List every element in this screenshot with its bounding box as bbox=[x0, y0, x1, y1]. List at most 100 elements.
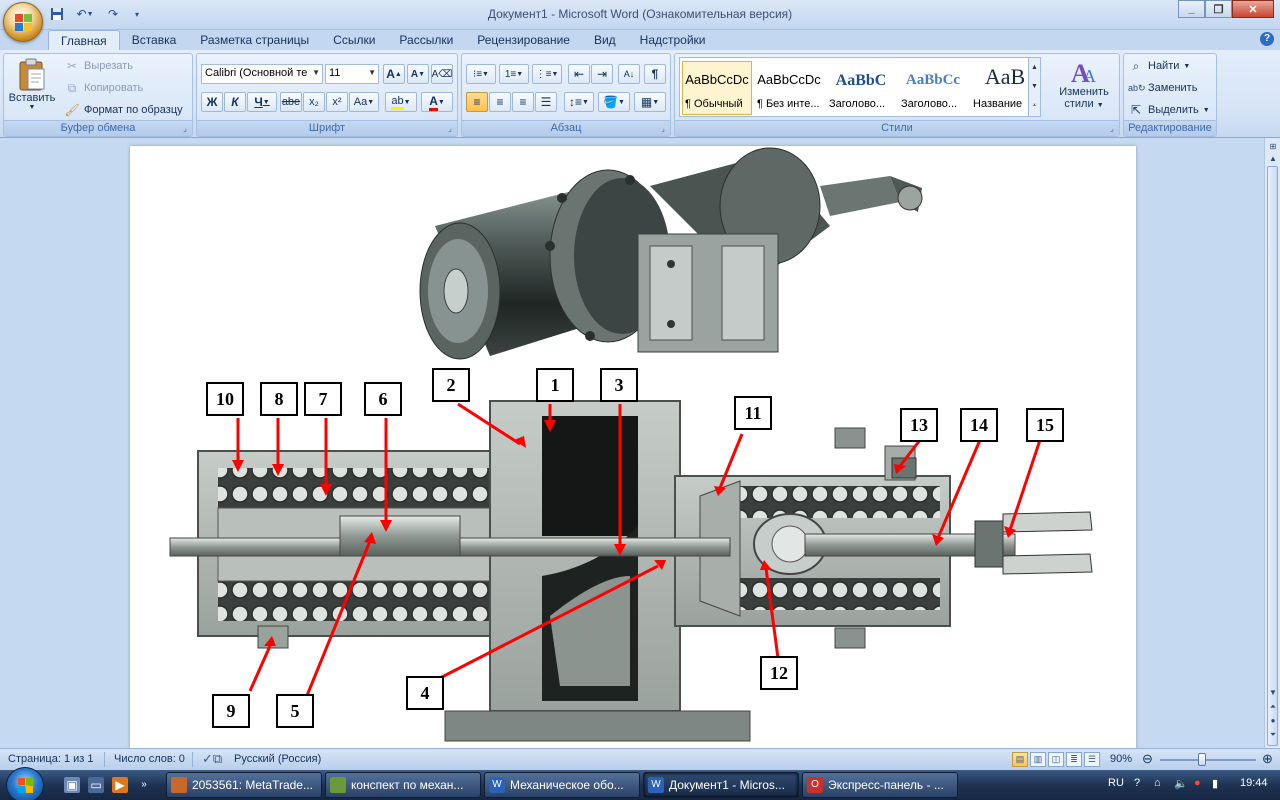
tab-view[interactable]: Вид bbox=[582, 30, 628, 50]
volume-icon[interactable]: 🔈 bbox=[1174, 777, 1188, 790]
browse-object-icon[interactable]: ● bbox=[1266, 714, 1280, 728]
zoom-in-icon[interactable]: ⊕ bbox=[1262, 751, 1273, 767]
cut-button[interactable]: ✂ Вырезать bbox=[64, 56, 133, 76]
bold-button[interactable]: Ж bbox=[201, 92, 223, 112]
copy-button[interactable]: ⧉ Копировать bbox=[64, 78, 144, 98]
tab-home[interactable]: Главная bbox=[48, 30, 120, 50]
replace-button[interactable]: ab↻ Заменить bbox=[1128, 78, 1197, 98]
previous-page-icon[interactable]: ⏶ bbox=[1266, 700, 1280, 714]
align-center-button[interactable]: ≡ bbox=[489, 92, 511, 112]
style-normal[interactable]: AaBbCcDc ¶ Обычный bbox=[682, 61, 752, 115]
word-count[interactable]: Число слов: 0 bbox=[114, 753, 185, 765]
help-tray-icon[interactable]: ? bbox=[1134, 777, 1140, 789]
style-heading-2[interactable]: AaBbCc Заголово... bbox=[898, 61, 968, 115]
scroll-up-icon[interactable]: ▲ bbox=[1029, 58, 1040, 77]
vertical-scrollbar[interactable]: ⊞ ▲ ▼ ⏶ ● ⏷ bbox=[1264, 138, 1280, 748]
scroll-down-icon[interactable]: ▼ bbox=[1029, 77, 1040, 96]
show-desktop-icon[interactable]: ▣ bbox=[64, 777, 80, 793]
quick-launch-more-icon[interactable]: » bbox=[136, 777, 152, 793]
decrease-indent-button[interactable]: ⇤ bbox=[568, 64, 590, 84]
font-size-combo[interactable]: 11 ▼ bbox=[325, 64, 379, 84]
zoom-level[interactable]: 90% bbox=[1110, 753, 1132, 765]
document-page[interactable]: 10 8 7 6 2 1 3 11 13 14 15 9 5 4 12 bbox=[130, 146, 1136, 748]
web-layout-view-icon[interactable]: ◫ bbox=[1048, 752, 1064, 767]
font-name-combo[interactable]: Calibri (Основной те ▼ bbox=[201, 64, 323, 84]
zoom-slider-thumb[interactable] bbox=[1198, 753, 1206, 766]
scrollbar-thumb[interactable] bbox=[1267, 166, 1278, 746]
taskbar-item[interactable]: конспект по механ... bbox=[325, 772, 481, 798]
zoom-slider-track[interactable] bbox=[1160, 759, 1256, 761]
full-screen-view-icon[interactable]: ▥ bbox=[1030, 752, 1046, 767]
clock[interactable]: 19:44 bbox=[1240, 777, 1268, 789]
scroll-down-icon[interactable]: ▼ bbox=[1266, 686, 1280, 700]
change-case-button[interactable]: Aa ▼ bbox=[349, 92, 379, 112]
superscript-button[interactable]: x² bbox=[326, 92, 348, 112]
select-button[interactable]: ⇱ Выделить ▼ bbox=[1128, 100, 1210, 120]
bullets-button[interactable]: ⁝≡ ▼ bbox=[466, 64, 496, 84]
zoom-out-icon[interactable]: ⊖ bbox=[1142, 751, 1153, 767]
start-button[interactable] bbox=[6, 767, 44, 800]
find-button[interactable]: ⌕ Найти ▼ bbox=[1128, 56, 1191, 76]
font-launcher-icon[interactable]: ⌟ bbox=[445, 124, 455, 134]
paste-button[interactable]: Вставить ▼ bbox=[8, 58, 56, 111]
increase-indent-button[interactable]: ⇥ bbox=[591, 64, 613, 84]
office-button[interactable] bbox=[3, 2, 43, 42]
next-page-icon[interactable]: ⏷ bbox=[1266, 728, 1280, 742]
taskbar-item[interactable]: 2053561: MetaTrade... bbox=[166, 772, 322, 798]
taskbar-item[interactable]: W Механическое обо... bbox=[484, 772, 640, 798]
clipboard-launcher-icon[interactable]: ⌟ bbox=[180, 124, 190, 134]
multilevel-list-button[interactable]: ⋮≡ ▼ bbox=[532, 64, 562, 84]
align-right-button[interactable]: ≡ bbox=[512, 92, 534, 112]
gallery-scroll[interactable]: ▲ ▼ ⩡ bbox=[1028, 58, 1040, 116]
style-no-spacing[interactable]: AaBbCcDc ¶ Без инте... bbox=[754, 61, 824, 115]
align-left-button[interactable]: ≡ bbox=[466, 92, 488, 112]
numbering-button[interactable]: 1≡ ▼ bbox=[499, 64, 529, 84]
tab-references[interactable]: Ссылки bbox=[321, 30, 387, 50]
input-language[interactable]: RU bbox=[1108, 777, 1124, 789]
language-indicator[interactable]: Русский (Россия) bbox=[234, 753, 321, 765]
tab-review[interactable]: Рецензирование bbox=[465, 30, 582, 50]
highlight-button[interactable]: ab ▼ bbox=[385, 92, 417, 112]
taskbar-item[interactable]: O Экспресс-панель - ... bbox=[802, 772, 958, 798]
switch-windows-icon[interactable]: ▭ bbox=[88, 777, 104, 793]
media-player-icon[interactable]: ▶ bbox=[112, 777, 128, 793]
styles-launcher-icon[interactable]: ⌟ bbox=[1107, 124, 1117, 134]
help-icon[interactable]: ? bbox=[1260, 32, 1274, 46]
restore-button[interactable]: ❐ bbox=[1205, 0, 1232, 18]
subscript-button[interactable]: x₂ bbox=[303, 92, 325, 112]
clear-formatting-button[interactable]: A⌫ bbox=[431, 64, 453, 84]
taskbar-item-active[interactable]: W Документ1 - Micros... bbox=[643, 772, 799, 798]
strikethrough-button[interactable]: abe bbox=[280, 92, 302, 112]
format-painter-button[interactable]: 🖌 Формат по образцу bbox=[64, 100, 182, 120]
shading-button[interactable]: 🪣 ▼ bbox=[598, 92, 630, 112]
close-button[interactable]: ✕ bbox=[1232, 0, 1274, 18]
underline-button[interactable]: Ч ▼ bbox=[247, 92, 277, 112]
outline-view-icon[interactable]: ≣ bbox=[1066, 752, 1082, 767]
show-marks-button[interactable]: ¶ bbox=[644, 64, 666, 84]
shrink-font-button[interactable]: A ▼ bbox=[407, 64, 429, 84]
change-styles-button[interactable]: A A Изменить стили ▼ bbox=[1051, 58, 1117, 110]
tab-mailings[interactable]: Рассылки bbox=[387, 30, 465, 50]
font-color-button[interactable]: A ▼ bbox=[421, 92, 453, 112]
print-layout-view-icon[interactable]: ▤ bbox=[1012, 752, 1028, 767]
proofing-icon[interactable]: ✓⧉ bbox=[202, 751, 222, 767]
borders-button[interactable]: ▦ ▼ bbox=[634, 92, 666, 112]
tab-page-layout[interactable]: Разметка страницы bbox=[188, 30, 321, 50]
tab-addins[interactable]: Надстройки bbox=[628, 30, 718, 50]
paragraph-launcher-icon[interactable]: ⌟ bbox=[658, 124, 668, 134]
justify-button[interactable]: ☰ bbox=[535, 92, 557, 112]
grow-font-button[interactable]: A ▲ bbox=[383, 64, 405, 84]
power-icon[interactable]: ▮ bbox=[1212, 777, 1218, 790]
style-heading-1[interactable]: AaBbC Заголово... bbox=[826, 61, 896, 115]
scroll-up-icon[interactable]: ▲ bbox=[1266, 152, 1280, 166]
page-indicator[interactable]: Страница: 1 из 1 bbox=[8, 753, 94, 765]
network-icon[interactable]: ⌂ bbox=[1154, 777, 1161, 789]
italic-button[interactable]: К bbox=[224, 92, 246, 112]
more-styles-icon[interactable]: ⩡ bbox=[1029, 96, 1040, 115]
minimize-button[interactable]: _ bbox=[1178, 0, 1205, 18]
draft-view-icon[interactable]: ☰ bbox=[1084, 752, 1100, 767]
line-spacing-button[interactable]: ↕≡ ▼ bbox=[564, 92, 594, 112]
sort-button[interactable]: A↓ bbox=[618, 64, 640, 84]
tab-insert[interactable]: Вставка bbox=[120, 30, 189, 50]
antivirus-icon[interactable]: ● bbox=[1194, 777, 1201, 789]
